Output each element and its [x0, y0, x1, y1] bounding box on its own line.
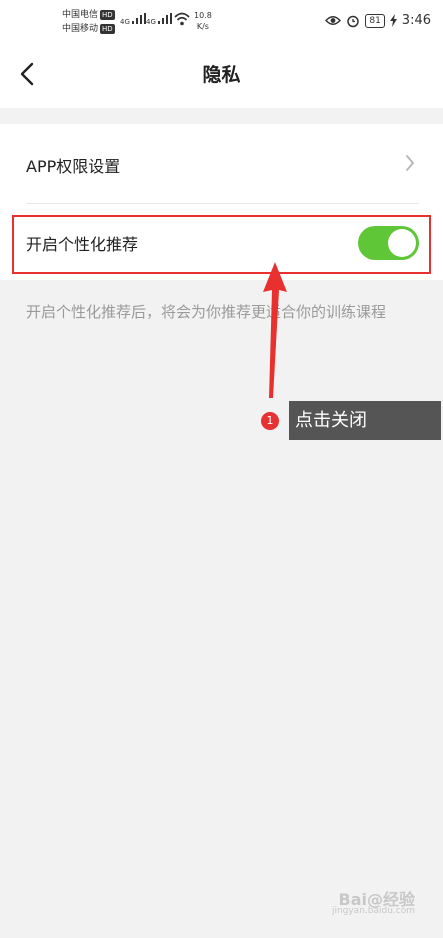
annotation-arrow-icon [263, 262, 287, 398]
clock: 3:46 [401, 13, 431, 28]
watermark-url: jingyan.baidu.com [331, 906, 415, 916]
hd-badge-2: HD [100, 23, 115, 34]
alarm-icon [347, 15, 360, 27]
wifi-icon [174, 12, 190, 26]
settings-card: APP权限设置 开启个性化推荐 [0, 124, 443, 280]
eye-icon [325, 16, 342, 25]
signal-1-label: 4G [120, 18, 130, 26]
signal-icon-2: 4G [146, 13, 173, 26]
status-bar: 中国电信 HD 中国移动 HD 4G 4G 10.8 K/s 81 3:46 [0, 0, 443, 40]
personalized-recommend-toggle[interactable] [358, 226, 419, 260]
personalized-recommend-label: 开启个性化推荐 [26, 235, 139, 254]
chevron-right-icon [406, 155, 415, 171]
carrier-1-label: 中国电信 [62, 10, 99, 20]
net-speed-unit: K/s [196, 22, 209, 31]
hd-badge-1: HD [100, 9, 115, 20]
net-speed-value: 10.8 [194, 11, 212, 20]
personalized-description: 开启个性化推荐后，将会为你推荐更适合你的训练课程 [26, 303, 387, 321]
toggle-knob [388, 229, 416, 257]
step-badge: 1 [261, 412, 279, 430]
page-title: 隐私 [202, 64, 241, 86]
carrier-1: 中国电信 HD [62, 9, 115, 22]
battery-level: 81 [365, 13, 385, 28]
carrier-2: 中国移动 HD [62, 23, 115, 36]
personalized-recommend-row: 开启个性化推荐 [0, 204, 443, 280]
nav-header: 隐私 [0, 40, 443, 108]
net-speed: 10.8 K/s [194, 10, 212, 32]
charging-icon [389, 14, 397, 27]
app-permission-row[interactable]: APP权限设置 [0, 124, 443, 202]
carrier-2-label: 中国移动 [62, 24, 99, 34]
app-permission-label: APP权限设置 [26, 157, 121, 176]
signal-2-label: 4G [146, 18, 156, 26]
signal-icon: 4G [120, 13, 147, 26]
annotation-callout: 点击关闭 [289, 401, 441, 440]
status-right: 81 3:46 [325, 13, 431, 28]
